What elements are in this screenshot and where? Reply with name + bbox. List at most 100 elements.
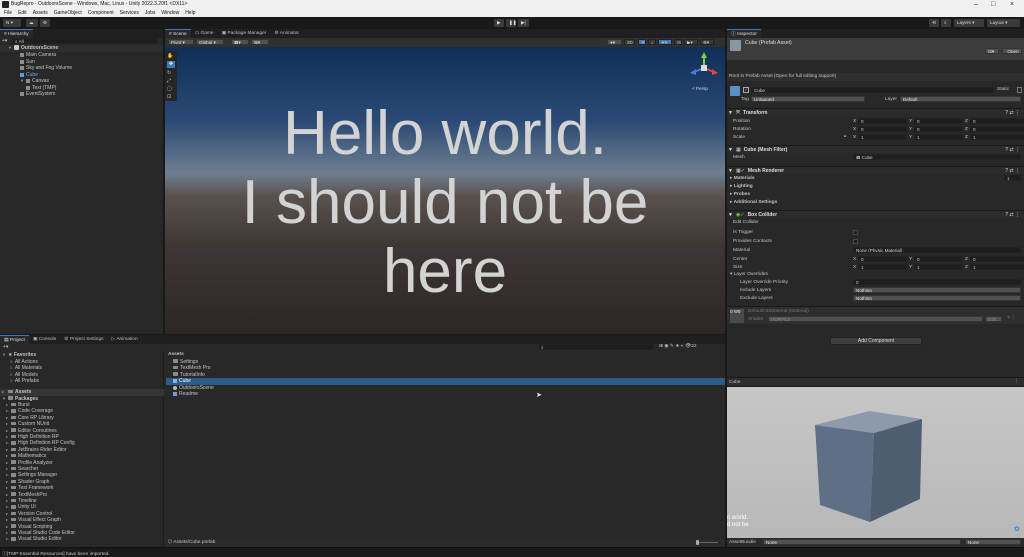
center-z-field[interactable]: 0 xyxy=(970,256,1024,262)
tab-package-manager[interactable]: ▣ Package Manager xyxy=(218,29,271,38)
2d-toggle[interactable]: 2D xyxy=(624,39,635,45)
box-collider-header[interactable]: ▼ ◉✓ Box Collider? ⇄ ⋮ xyxy=(727,210,1024,218)
rect-tool-icon[interactable]: ▢ xyxy=(167,86,175,92)
open-prefab-button[interactable]: Open xyxy=(1002,48,1022,54)
add-object-button[interactable]: +▾ xyxy=(2,38,10,44)
static-dropdown[interactable] xyxy=(1017,87,1022,93)
layout-dropdown[interactable]: Layout ▾ xyxy=(987,19,1020,27)
audio-toggle[interactable]: ♪ xyxy=(648,39,656,45)
lighting-foldout[interactable]: ▸ Lighting xyxy=(730,184,753,189)
active-checkbox[interactable]: ✓ xyxy=(743,87,749,93)
scale-z-field[interactable]: 1 xyxy=(970,134,1024,140)
layers-dropdown[interactable]: Layers ▾ xyxy=(954,19,984,27)
shader-edit-button[interactable]: Edit... xyxy=(985,316,1002,322)
move-tool-icon[interactable]: ✥ xyxy=(167,61,175,68)
inspector-lock-dropdown[interactable]: ⊡▾ xyxy=(985,48,999,54)
tab-animator[interactable]: ⚙ Animator xyxy=(270,29,303,38)
hidden-toggle[interactable]: ◎ xyxy=(674,39,682,45)
scale-link-icon[interactable]: ⚭ xyxy=(843,135,847,140)
component-menu-icon[interactable]: ? ⇄ ⋮ xyxy=(1005,109,1020,117)
hierarchy-item[interactable]: EventSystem xyxy=(0,91,163,98)
transform-header[interactable]: ▼ ⤧ Transform? ⇄ ⋮ xyxy=(727,108,1024,116)
layer-override-priority-field[interactable]: 0 xyxy=(853,279,1021,285)
project-search-input[interactable]: ⌕ xyxy=(538,344,654,350)
hierarchy-search-input[interactable]: ⌕ All xyxy=(12,38,158,44)
position-y-field[interactable]: 0 xyxy=(914,118,963,124)
effects-dropdown[interactable]: ✦▾ xyxy=(658,39,672,45)
tab-console[interactable]: ▣ Console xyxy=(29,335,60,344)
include-layers-dropdown[interactable]: Nothing xyxy=(853,287,1021,293)
center-y-field[interactable]: 0 xyxy=(914,256,963,262)
icon-size-slider-thumb[interactable] xyxy=(696,540,699,545)
asset-item[interactable]: Readme xyxy=(166,391,725,398)
tab-scene[interactable]: # Scene xyxy=(165,29,191,38)
transform-tool-icon[interactable]: ⊡ xyxy=(167,94,175,100)
size-x-field[interactable]: 1 xyxy=(858,264,907,270)
preview-viewport[interactable]: o world. d not be ✿ xyxy=(727,387,1024,538)
grid-snap-dropdown[interactable]: ▦▾ xyxy=(231,39,249,45)
tab-project-settings[interactable]: ⚙ Project Settings xyxy=(60,335,107,344)
box-collider-menu-icon[interactable]: ? ⇄ ⋮ xyxy=(1005,211,1020,219)
close-button[interactable]: × xyxy=(1010,0,1014,9)
collab-icon[interactable]: ⚙ xyxy=(40,19,50,27)
persp-label[interactable]: < Persp xyxy=(692,86,708,91)
search-icon[interactable]: ⌕ xyxy=(941,19,951,27)
maximize-button[interactable]: □ xyxy=(991,0,995,9)
materials-count-field[interactable]: 1 xyxy=(1004,175,1021,181)
tab-animation[interactable]: ▷ Animation xyxy=(108,335,142,344)
preview-settings-icon[interactable]: ✿ xyxy=(1014,525,1022,533)
tag-dropdown[interactable]: Untagged xyxy=(751,96,865,102)
pause-button[interactable]: ❚❚ xyxy=(506,19,517,27)
menu-gameobject[interactable]: GameObject xyxy=(54,9,82,17)
minimize-button[interactable]: – xyxy=(974,0,978,9)
layer-dropdown[interactable]: Default xyxy=(900,96,1021,102)
menu-component[interactable]: Component xyxy=(88,9,114,17)
project-filter-icons[interactable]: ⊞ ◉ ✎ ★ ◐ 👁22 xyxy=(659,344,697,349)
tab-inspector[interactable]: ⓘ Inspector xyxy=(727,29,761,38)
material-menu-icon[interactable]: ? ⋮ xyxy=(1007,316,1016,321)
favorite-item[interactable]: ⌕ All Prefabs xyxy=(10,378,39,385)
rotate-tool-icon[interactable]: ↻ xyxy=(167,70,175,76)
menu-jobs[interactable]: Jobs xyxy=(145,9,156,17)
step-button[interactable]: ▶| xyxy=(518,19,529,27)
position-z-field[interactable]: 0 xyxy=(970,118,1024,124)
icon-size-slider[interactable] xyxy=(696,542,718,543)
size-y-field[interactable]: 1 xyxy=(914,264,963,270)
shader-dropdown[interactable]: HDRP/Lit xyxy=(768,316,983,322)
hand-tool-icon[interactable]: ✋ xyxy=(167,53,175,59)
tab-hierarchy[interactable]: ≡ Hierarchy xyxy=(0,29,33,38)
physic-material-field[interactable]: None (Physic Material) xyxy=(853,247,1021,253)
menu-assets[interactable]: Assets xyxy=(33,9,48,17)
package-item[interactable]: ▸ Visual Studio Editor xyxy=(6,536,62,542)
camera-dropdown[interactable]: ▶▾ xyxy=(684,39,698,45)
add-component-button[interactable]: Add Component xyxy=(830,337,922,345)
position-x-field[interactable]: 0 xyxy=(858,118,907,124)
menu-help[interactable]: Help xyxy=(185,9,195,17)
status-message[interactable]: ⓘ[TMP Essential Resources] have been imp… xyxy=(2,550,110,557)
tab-project[interactable]: ▤ Project xyxy=(0,335,29,344)
global-dropdown[interactable]: Global ▾ xyxy=(196,39,224,45)
rotation-y-field[interactable]: 0 xyxy=(914,126,963,132)
menu-file[interactable]: File xyxy=(4,9,12,17)
account-button[interactable]: N ▾ xyxy=(3,19,21,27)
mesh-renderer-header[interactable]: ▼ ▦✓ Mesh Renderer? ⇄ ⋮ xyxy=(727,166,1024,174)
project-breadcrumb[interactable]: Assets xyxy=(168,352,184,357)
scene-root-row[interactable]: ▼ OutdoorsScene xyxy=(0,45,163,52)
provides-contacts-checkbox[interactable] xyxy=(853,239,858,244)
pivot-dropdown[interactable]: Pivot ▾ xyxy=(168,39,194,45)
scene-viewport[interactable]: Hello world. I should not be here ✋ ✥ ↻ … xyxy=(165,47,725,334)
cloud-icon[interactable]: ☁ xyxy=(26,19,38,27)
mesh-filter-header[interactable]: ▼ ▦ Cube (Mesh Filter)? ⇄ ⋮ xyxy=(727,145,1024,153)
mesh-renderer-menu-icon[interactable]: ? ⇄ ⋮ xyxy=(1005,167,1020,175)
rotation-z-field[interactable]: 0 xyxy=(970,126,1024,132)
additional-settings-foldout[interactable]: ▸ Additional Settings xyxy=(730,200,777,205)
mesh-filter-menu-icon[interactable]: ? ⇄ ⋮ xyxy=(1005,146,1020,154)
lighting-toggle[interactable]: ☀ xyxy=(638,39,646,45)
history-icon[interactable]: ⟲ xyxy=(929,19,939,27)
is-trigger-checkbox[interactable] xyxy=(853,230,858,235)
scale-y-field[interactable]: 1 xyxy=(914,134,963,140)
rotation-x-field[interactable]: 0 xyxy=(858,126,907,132)
play-button[interactable]: ▶ xyxy=(494,19,504,27)
probes-foldout[interactable]: ▸ Probes xyxy=(730,192,750,197)
mesh-field[interactable]: ▦ Cube xyxy=(853,154,1021,160)
